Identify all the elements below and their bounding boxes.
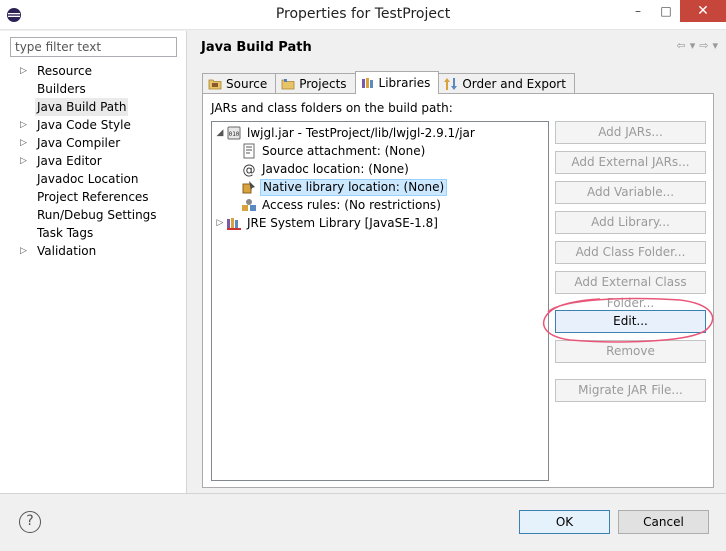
add-jars-button[interactable]: Add JARs...: [555, 121, 706, 144]
expand-arrow-icon[interactable]: ▷: [20, 242, 27, 260]
expand-arrow-icon[interactable]: ▷: [214, 214, 226, 232]
expand-arrow-icon[interactable]: ▷: [20, 152, 27, 170]
tab-source[interactable]: Source: [202, 73, 277, 94]
svg-text:010: 010: [229, 131, 240, 138]
nav-item-javadoc-location[interactable]: Javadoc Location: [18, 170, 159, 188]
tree-item-javadoc-location[interactable]: @ Javadoc location: (None): [241, 160, 411, 178]
nav-item-validation[interactable]: ▷ Validation: [18, 242, 159, 260]
jre-library-icon: [227, 218, 241, 230]
tree-item-jre-system-library[interactable]: ▷ JRE System Library [JavaSE-1.8]: [214, 214, 440, 232]
nav-list: ▷ Resource Builders Java Build Path ▷ Java…: [18, 62, 159, 260]
native-library-icon: [242, 181, 255, 194]
cancel-button[interactable]: Cancel: [618, 510, 709, 534]
maximize-button[interactable]: □: [652, 0, 680, 22]
remove-button[interactable]: Remove: [555, 340, 706, 363]
tree-item-source-attachment[interactable]: Source attachment: (None): [241, 142, 427, 160]
property-page: Java Build Path ⇦ ▾ ⇨ ▾ Source Projects …: [188, 31, 726, 493]
minimize-button[interactable]: –: [624, 0, 652, 22]
back-dropdown-icon[interactable]: ▾: [690, 39, 696, 52]
page-history-nav: ⇦ ▾ ⇨ ▾: [677, 39, 719, 52]
window-controls: – □ ✕: [624, 0, 726, 22]
source-attachment-icon: [243, 143, 255, 159]
edit-button[interactable]: Edit...: [555, 310, 706, 333]
dialog-footer: ? OK Cancel: [0, 493, 726, 551]
tab-order-and-export[interactable]: Order and Export: [438, 73, 575, 94]
tree-item-access-rules[interactable]: Access rules: (No restrictions): [241, 196, 443, 214]
tab-bar: Source Projects Libraries Order and Expo…: [202, 71, 575, 94]
tree-item-lwjgl-jar[interactable]: ◢ 010 lwjgl.jar - TestProject/lib/lwjgl-…: [214, 124, 477, 142]
build-path-caption: JARs and class folders on the build path…: [211, 101, 453, 115]
nav-item-java-code-style[interactable]: ▷ Java Code Style: [18, 116, 159, 134]
jar-icon: 010: [227, 126, 241, 140]
access-rules-icon: [242, 199, 256, 211]
libraries-icon: [361, 78, 373, 88]
projects-icon: [281, 79, 295, 90]
expand-arrow-icon[interactable]: ▷: [20, 134, 27, 152]
tree-item-native-library-location[interactable]: Native library location: (None): [241, 178, 448, 196]
libraries-tab-panel: JARs and class folders on the build path…: [202, 93, 714, 488]
nav-item-task-tags[interactable]: Task Tags: [18, 224, 159, 242]
back-arrow-icon[interactable]: ⇦: [677, 39, 686, 52]
add-external-class-folder-button[interactable]: Add External Class Folder...: [555, 271, 706, 310]
nav-item-resource[interactable]: ▷ Resource: [18, 62, 159, 80]
migrate-jar-button[interactable]: Migrate JAR File...: [555, 379, 706, 402]
collapse-arrow-icon[interactable]: ◢: [214, 124, 226, 142]
javadoc-icon: @: [243, 163, 256, 177]
page-title: Java Build Path: [201, 40, 312, 55]
source-folder-icon: [208, 79, 222, 90]
add-variable-button[interactable]: Add Variable...: [555, 181, 706, 204]
window-title: Properties for TestProject: [275, 6, 451, 22]
order-export-icon: [444, 78, 458, 90]
tab-libraries[interactable]: Libraries: [354, 71, 440, 94]
expand-arrow-icon[interactable]: ▷: [20, 62, 27, 80]
close-button[interactable]: ✕: [680, 0, 726, 22]
preference-nav-panel: ▷Resource Builders Java Build Path ▷Java…: [0, 31, 187, 493]
nav-item-java-compiler[interactable]: ▷ Java Compiler: [18, 134, 159, 152]
expand-arrow-icon[interactable]: ▷: [20, 116, 27, 134]
filter-input[interactable]: [10, 37, 177, 57]
help-icon[interactable]: ?: [19, 511, 41, 533]
tab-projects[interactable]: Projects: [275, 73, 356, 94]
build-path-tree[interactable]: ◢ 010 lwjgl.jar - TestProject/lib/lwjgl-…: [211, 121, 549, 481]
nav-item-run-debug-settings[interactable]: Run/Debug Settings: [18, 206, 159, 224]
forward-arrow-icon[interactable]: ⇨: [699, 39, 708, 52]
add-class-folder-button[interactable]: Add Class Folder...: [555, 241, 706, 264]
forward-dropdown-icon[interactable]: ▾: [712, 39, 718, 52]
add-external-jars-button[interactable]: Add External JARs...: [555, 151, 706, 174]
nav-item-builders[interactable]: Builders: [18, 80, 159, 98]
title-bar: Properties for TestProject – □ ✕: [0, 0, 726, 30]
add-library-button[interactable]: Add Library...: [555, 211, 706, 234]
ok-button[interactable]: OK: [519, 510, 610, 534]
nav-item-java-editor[interactable]: ▷ Java Editor: [18, 152, 159, 170]
nav-item-project-references[interactable]: Project References: [18, 188, 159, 206]
nav-item-java-build-path[interactable]: Java Build Path: [18, 98, 159, 116]
svg-text:@: @: [243, 163, 256, 177]
